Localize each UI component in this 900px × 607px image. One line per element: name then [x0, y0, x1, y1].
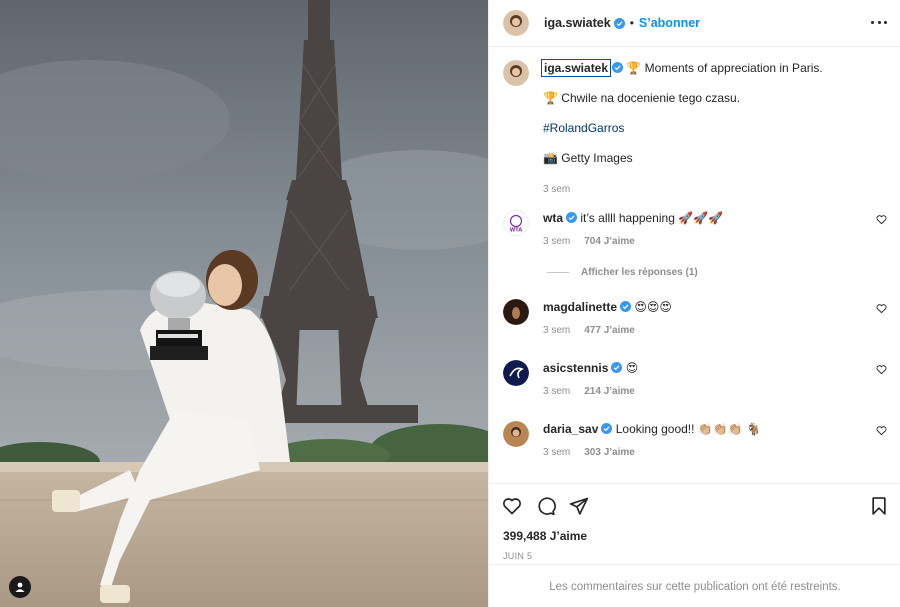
post-side-panel: iga.swiatek • S’abonner iga.swiatek 🏆 Mo…: [488, 0, 900, 607]
comments-restricted-notice: Les commentaires sur cette publication o…: [489, 564, 900, 607]
more-options-icon[interactable]: [871, 14, 887, 30]
comment-likes[interactable]: 704 J’aime: [584, 236, 635, 247]
post-date[interactable]: JUIN 5: [503, 551, 532, 561]
verified-badge-icon: [620, 301, 632, 312]
comment: magdalinette 😍😍😍 3 sem 477 J’aime: [503, 299, 887, 349]
author-username[interactable]: iga.swiatek: [544, 16, 611, 30]
caption-username[interactable]: iga.swiatek: [540, 59, 612, 77]
comment-username[interactable]: wta: [543, 211, 563, 225]
comment: asicstennis 😍 3 sem 214 J’aime: [503, 360, 887, 410]
photo-credit: 📸 Getty Images: [543, 151, 633, 165]
verified-badge-icon: [612, 62, 624, 73]
caption-avatar[interactable]: [503, 60, 529, 86]
post-actions: 399,488 J’aime JUIN 5 Les commentaires s…: [489, 483, 900, 607]
comment-username[interactable]: asicstennis: [543, 361, 608, 375]
caption-line-2: 🏆 Chwile na docenienie tego czasu.: [543, 91, 741, 105]
tagged-users-button[interactable]: [9, 576, 31, 598]
comment-text: Looking good!! 👏🏼👏🏼👏🏼 🐐: [615, 422, 761, 436]
view-replies-button[interactable]: Afficher les réponses (1): [547, 267, 698, 278]
heart-icon[interactable]: [876, 214, 887, 225]
comment-text: 😍😍😍: [634, 300, 672, 314]
comment-time[interactable]: 3 sem: [543, 386, 570, 397]
comment-likes[interactable]: 303 J’aime: [584, 447, 635, 458]
comment-time[interactable]: 3 sem: [543, 236, 570, 247]
comment-likes[interactable]: 214 J’aime: [584, 386, 635, 397]
comment-avatar[interactable]: [503, 360, 529, 386]
comment-username[interactable]: daria_sav: [543, 422, 598, 436]
comment-text: it’s allll happening 🚀🚀🚀: [580, 211, 724, 225]
heart-icon[interactable]: [876, 364, 887, 375]
author-avatar[interactable]: [503, 10, 529, 36]
verified-badge-icon: [611, 362, 623, 373]
view-replies-label: Afficher les réponses (1): [581, 267, 698, 278]
heart-icon[interactable]: [876, 303, 887, 314]
comment-avatar[interactable]: WTA: [503, 210, 529, 236]
share-paper-plane-icon[interactable]: [569, 496, 589, 516]
comment: WTA wta it’s allll happening 🚀🚀🚀 3 sem 70…: [503, 210, 887, 260]
comment-text: 😍: [625, 361, 639, 375]
save-bookmark-icon[interactable]: [869, 496, 889, 516]
user-icon: [15, 582, 25, 592]
comment-likes[interactable]: 477 J’aime: [584, 325, 635, 336]
heart-icon[interactable]: [876, 425, 887, 436]
svg-text:WTA: WTA: [510, 228, 523, 234]
comment-time[interactable]: 3 sem: [543, 325, 570, 336]
comment-bubble-icon[interactable]: [536, 496, 556, 516]
comment-time[interactable]: 3 sem: [543, 447, 570, 458]
hashtag-link[interactable]: #RolandGarros: [543, 120, 883, 136]
likes-count[interactable]: 399,488 J’aime: [503, 529, 587, 543]
comment: daria_sav Looking good!! 👏🏼👏🏼👏🏼 🐐 3 sem 3…: [503, 421, 887, 471]
verified-badge-icon: [566, 212, 578, 223]
post-photo[interactable]: [0, 0, 488, 607]
post-header: iga.swiatek • S’abonner: [489, 0, 900, 47]
like-heart-icon[interactable]: [502, 496, 522, 516]
verified-badge-icon: [613, 17, 625, 29]
comment-avatar[interactable]: [503, 421, 529, 447]
verified-badge-icon: [601, 423, 613, 434]
replies-divider: [547, 272, 569, 273]
caption-line-1: 🏆 Moments of appreciation in Paris.: [626, 61, 823, 75]
photo-scene: [0, 0, 488, 607]
follow-button[interactable]: S’abonner: [639, 16, 700, 30]
caption-time[interactable]: 3 sem: [543, 184, 570, 195]
header-separator: •: [629, 16, 634, 30]
comment-username[interactable]: magdalinette: [543, 300, 617, 314]
comment-avatar[interactable]: [503, 299, 529, 325]
post-dialog: iga.swiatek • S’abonner iga.swiatek 🏆 Mo…: [0, 0, 900, 607]
